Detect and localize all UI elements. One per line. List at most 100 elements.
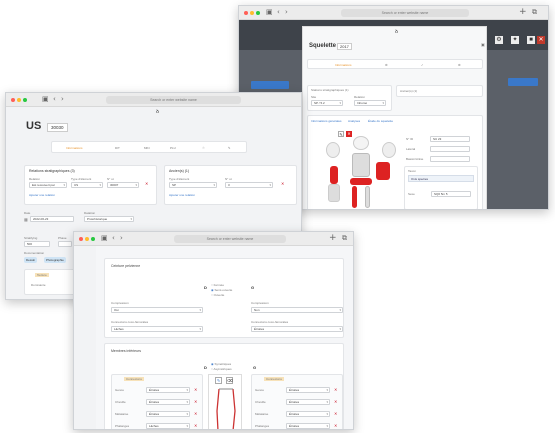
type-select[interactable]: SP — [169, 182, 217, 188]
compression-left-select[interactable]: Oui — [111, 307, 203, 313]
close-window-dot[interactable] — [244, 11, 248, 15]
backdrop-lock-icon[interactable]: ■ — [527, 36, 535, 44]
tab-check[interactable]: ✓ — [421, 63, 424, 67]
compression-right-select[interactable]: Non — [251, 307, 343, 313]
calendar-icon[interactable]: ▦ — [24, 217, 28, 222]
date-field[interactable]: 2022-06-23 — [30, 216, 74, 222]
content-scroll-area[interactable]: Ceinture pelvienne D G ○ Fermée ◉ Semi-o… — [96, 246, 353, 429]
tabs-overview-icon[interactable]: ⧉ — [342, 234, 347, 243]
radio-semi-ouverte[interactable]: ◉ Semi-ouverte — [211, 288, 232, 292]
clear-metatarse-left-icon[interactable]: ✕ — [194, 411, 197, 416]
remove-ancien-icon[interactable]: ✕ — [281, 181, 284, 186]
tab-min[interactable]: MIN — [144, 146, 150, 150]
add-relation-link[interactable]: Ajouter une relation — [169, 193, 195, 197]
clear-phalanges-left-icon[interactable]: ✕ — [194, 423, 197, 428]
erase-diagram-button[interactable]: ⌫ — [226, 377, 233, 384]
num-select[interactable]: 3 — [225, 182, 273, 188]
tab-photo[interactable]: ☉ — [202, 146, 205, 150]
new-tab-icon[interactable]: + — [519, 8, 527, 17]
id-field[interactable]: SU 23 — [430, 136, 470, 142]
close-window-dot[interactable] — [79, 237, 83, 241]
bassin-field[interactable] — [430, 156, 470, 162]
clear-genou-left-icon[interactable]: ✕ — [194, 387, 197, 392]
forward-arrow-icon[interactable]: › — [61, 95, 64, 104]
tab-general-info[interactable]: Informations générales — [311, 119, 342, 123]
tab-settings[interactable]: ⚙ — [458, 63, 461, 67]
backdrop-gear-icon[interactable]: ⚙ — [495, 36, 503, 44]
phase-field[interactable] — [58, 241, 72, 247]
radio-asymetriques[interactable]: ○ Asymétriques — [211, 367, 232, 371]
tab-plu[interactable]: PLU — [170, 146, 176, 150]
strat-field[interactable]: 500 — [24, 241, 50, 247]
tab-informations[interactable]: Informations — [66, 146, 83, 150]
cheville-left-select[interactable]: Étroites — [146, 399, 190, 405]
site-select[interactable]: SP / 5.2 — [311, 100, 343, 106]
clear-phalanges-right-icon[interactable]: ✕ — [334, 423, 337, 428]
radio-symetriques[interactable]: ◉ Symétriques — [211, 362, 231, 366]
edit-diagram-button[interactable]: ✎ — [338, 131, 344, 137]
sidebar-toggle-icon[interactable]: ▣ — [42, 95, 49, 104]
clear-metatarse-right-icon[interactable]: ✕ — [334, 411, 337, 416]
clear-genou-right-icon[interactable]: ✕ — [334, 387, 337, 392]
forward-arrow-icon[interactable]: › — [120, 234, 123, 243]
tab-edit[interactable]: ✎ — [228, 146, 231, 150]
clear-cheville-right-icon[interactable]: ✕ — [334, 399, 337, 404]
backdrop-pin-icon[interactable]: ✦ — [511, 36, 519, 44]
radio-fermee[interactable]: ○ Fermée — [211, 283, 224, 287]
radio-ouverte[interactable]: ○ Ouverte — [211, 293, 224, 297]
type-select[interactable]: US — [71, 182, 103, 188]
backdrop-blue-button[interactable] — [251, 81, 289, 89]
maximize-window-dot[interactable] — [256, 11, 260, 15]
remove-relation-icon[interactable]: ✕ — [145, 181, 148, 186]
phalanges-right-select[interactable]: Étroites — [286, 423, 330, 429]
tab-dit[interactable]: DIT — [115, 146, 120, 150]
address-bar[interactable]: Search or enter website name — [106, 96, 241, 104]
doc-chip-photo[interactable]: Photographie — [44, 257, 66, 263]
tabs-overview-icon[interactable]: ⧉ — [532, 8, 537, 17]
doc-chip-dessin[interactable]: Dessin — [24, 257, 38, 263]
backdrop-blue-button-right[interactable] — [508, 78, 538, 86]
genou-right-select[interactable]: Étroites — [286, 387, 330, 393]
clear-diagram-button[interactable]: ✕ — [346, 131, 352, 137]
connexions-left-select[interactable]: Lâches — [111, 326, 203, 332]
backdrop-close-icon[interactable]: ✕ — [537, 36, 545, 44]
add-relation-link[interactable]: Ajouter une relation — [29, 193, 55, 197]
modal-close-icon[interactable]: ▣ — [481, 42, 485, 47]
tab-gear[interactable]: ⚙ — [385, 63, 388, 67]
relation-select[interactable]: Inhumé — [354, 100, 386, 106]
relation-select[interactable]: Est recouvert par — [29, 182, 67, 188]
taxon-chip[interactable]: Ovis species — [408, 175, 474, 182]
maximize-window-dot[interactable] — [91, 237, 95, 241]
back-arrow-icon[interactable]: ‹ — [53, 95, 56, 104]
tab-skeleton-study[interactable]: Étude du squelette — [368, 119, 393, 123]
address-bar[interactable]: Search or enter website name — [341, 9, 469, 17]
minimize-window-dot[interactable] — [250, 11, 254, 15]
back-arrow-icon[interactable]: ‹ — [277, 8, 280, 17]
skeleton-diagram[interactable] — [322, 136, 402, 209]
phalanges-left-select[interactable]: Lâches — [146, 423, 190, 429]
lateral-field[interactable] — [430, 146, 470, 152]
metatarse-left-select[interactable]: Étroites — [146, 411, 190, 417]
close-window-dot[interactable] — [11, 98, 15, 102]
clear-cheville-left-icon[interactable]: ✕ — [194, 399, 197, 404]
minimize-window-dot[interactable] — [85, 237, 89, 241]
tab-informations[interactable]: Informations — [335, 63, 352, 67]
back-arrow-icon[interactable]: ‹ — [112, 234, 115, 243]
new-tab-icon[interactable]: + — [329, 234, 337, 243]
sex-field[interactable]: SQ0 5m 5 — [431, 191, 471, 197]
minimize-window-dot[interactable] — [17, 98, 21, 102]
address-bar[interactable]: Search or enter website name — [174, 235, 286, 243]
num-select[interactable]: 30007 — [107, 182, 139, 188]
sidebar-toggle-icon[interactable]: ▣ — [266, 8, 273, 17]
genou-left-select[interactable]: Étroites — [146, 387, 190, 393]
edit-diagram-button[interactable]: ✎ — [215, 377, 222, 384]
state-select[interactable]: Protohistorique — [84, 216, 134, 222]
sidebar-toggle-icon[interactable]: ▣ — [101, 234, 108, 243]
legs-diagram[interactable]: ✎ ⌫ — [208, 374, 242, 429]
maximize-window-dot[interactable] — [23, 98, 27, 102]
tab-analyses[interactable]: Analyses — [348, 119, 360, 123]
metatarse-right-select[interactable]: Étroites — [286, 411, 330, 417]
forward-arrow-icon[interactable]: › — [285, 8, 288, 17]
cheville-right-select[interactable]: Étroites — [286, 399, 330, 405]
connexions-right-select[interactable]: Étroites — [251, 326, 343, 332]
